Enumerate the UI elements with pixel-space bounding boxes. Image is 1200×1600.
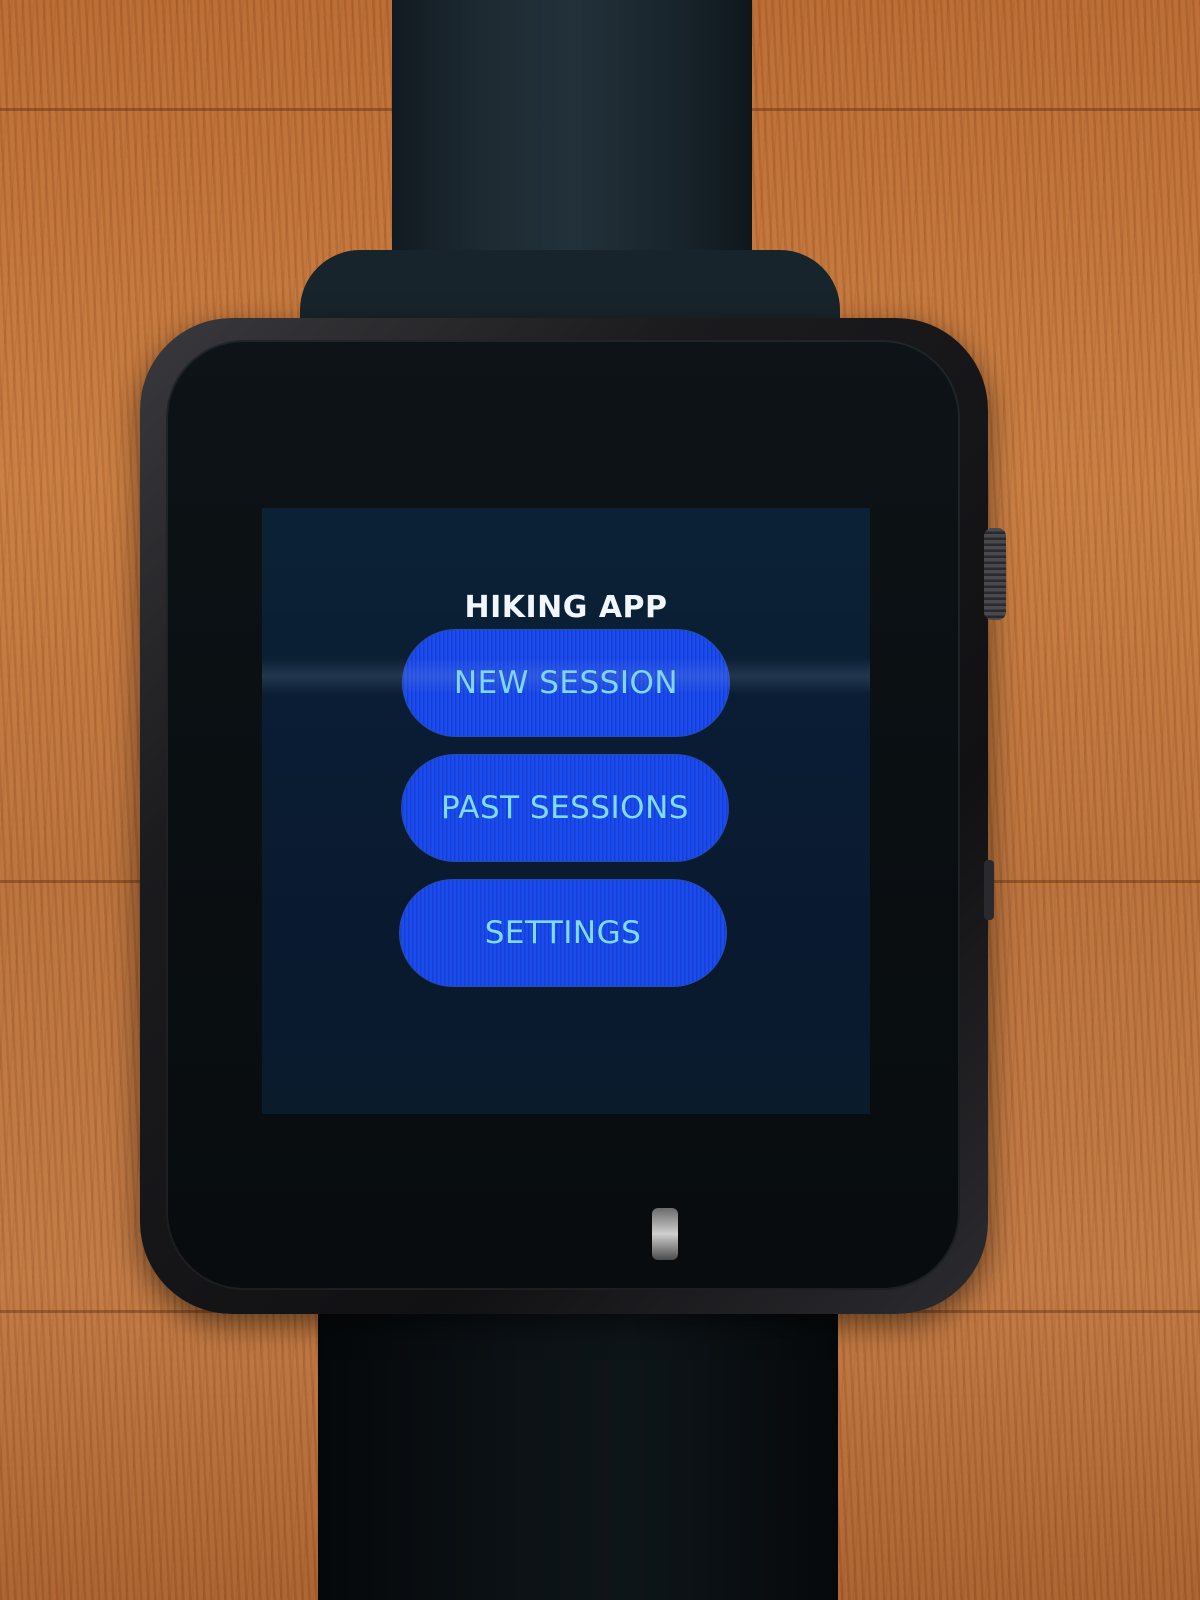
app-title: HIKING APP xyxy=(464,590,668,625)
new-session-button[interactable]: NEW SESSION xyxy=(403,630,729,736)
watch-crown[interactable] xyxy=(984,528,1006,620)
watch-screen: HIKING APP NEW SESSION PAST SESSIONS SET… xyxy=(262,508,870,1114)
watch-side-button[interactable] xyxy=(984,860,994,920)
watch-sensor xyxy=(652,1208,678,1260)
settings-button[interactable]: SETTINGS xyxy=(400,880,726,986)
watch-band-bottom xyxy=(318,1290,838,1600)
past-sessions-button[interactable]: PAST SESSIONS xyxy=(402,755,728,861)
